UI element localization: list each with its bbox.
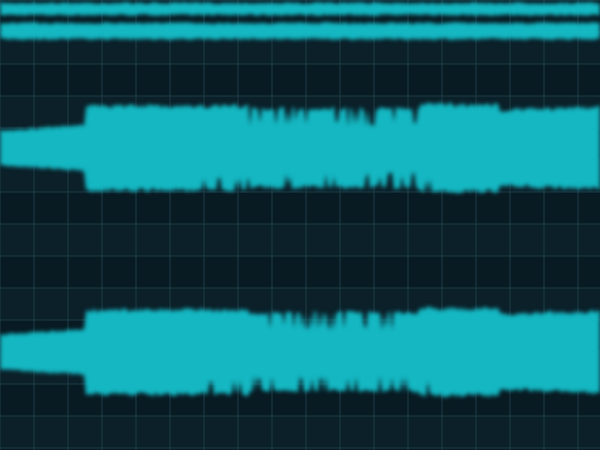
audio-editor-timeline[interactable] [0,0,600,450]
waveform-strip-lower [0,22,600,40]
waveform-canvas [0,2,600,398]
waveform-track-1 [0,102,600,194]
waveform-track-2 [0,306,600,398]
waveform-strip-upper [0,2,600,16]
